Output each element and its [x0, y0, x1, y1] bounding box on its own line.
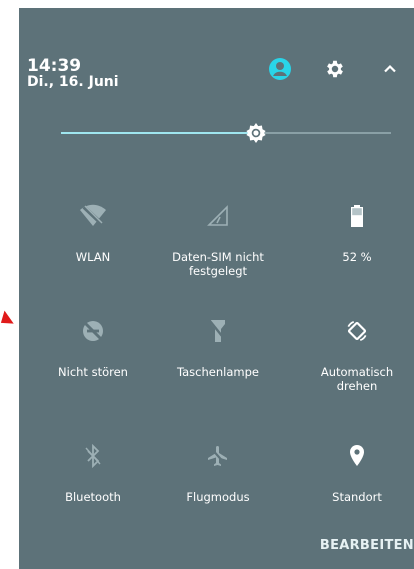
signal-icon — [152, 202, 284, 230]
clock-time: 14:39 — [27, 56, 82, 76]
tile-mobile-data[interactable]: Daten-SIM nicht festgelegt — [152, 202, 284, 278]
tile-bluetooth[interactable]: Bluetooth — [27, 442, 159, 504]
airplane-mode-icon — [152, 442, 284, 470]
do-not-disturb-off-icon — [27, 317, 159, 345]
auto-rotate-icon — [291, 317, 414, 345]
tile-label: WLAN — [75, 250, 111, 264]
tile-label: Flugmodus — [186, 490, 250, 504]
tile-label: Taschenlampe — [177, 365, 259, 379]
flashlight-off-icon — [152, 317, 284, 345]
settings-gear-icon[interactable] — [322, 56, 348, 82]
bluetooth-off-icon — [27, 442, 159, 470]
brightness-slider[interactable] — [61, 121, 391, 145]
tile-dnd[interactable]: Nicht stören — [27, 317, 159, 379]
chevron-up-icon[interactable] — [377, 56, 403, 82]
edit-button[interactable]: BEARBEITEN — [320, 538, 414, 553]
tile-label: Nicht stören — [58, 365, 128, 379]
battery-icon — [291, 202, 414, 230]
wifi-off-icon — [27, 202, 159, 230]
tile-label: Standort — [332, 490, 382, 504]
tile-location[interactable]: Standort — [291, 442, 414, 504]
tile-label: Bluetooth — [65, 490, 121, 504]
quick-settings-panel: 14:39 Di., 16. Juni WLAN Daten-SIM nicht… — [19, 8, 414, 569]
tile-battery[interactable]: 52 % — [291, 202, 414, 264]
tile-label: Daten-SIM nicht festgelegt — [172, 250, 264, 278]
brightness-fill — [61, 132, 256, 134]
tile-label: 52 % — [342, 250, 372, 264]
tile-wlan[interactable]: WLAN — [27, 202, 159, 264]
tile-auto-rotate[interactable]: Automatisch drehen — [291, 317, 414, 393]
brightness-icon[interactable] — [244, 121, 268, 145]
tile-label: Automatisch drehen — [320, 365, 394, 393]
tile-airplane[interactable]: Flugmodus — [152, 442, 284, 504]
red-arrow-annotation — [0, 310, 14, 330]
clock-date: Di., 16. Juni — [27, 74, 119, 90]
tile-flashlight[interactable]: Taschenlampe — [152, 317, 284, 379]
account-icon[interactable] — [267, 56, 293, 82]
location-pin-icon — [291, 442, 414, 470]
